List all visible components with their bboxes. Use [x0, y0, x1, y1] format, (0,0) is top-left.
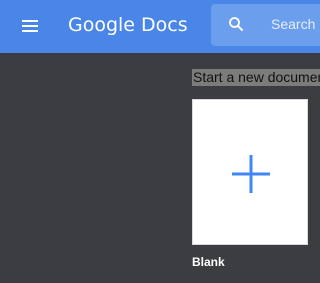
top-app-bar: Google Docs — [0, 0, 320, 53]
blank-document-template[interactable] — [192, 99, 308, 245]
template-label: Blank — [192, 255, 225, 269]
search-input[interactable] — [271, 13, 320, 35]
search-icon[interactable] — [227, 15, 245, 33]
plus-icon — [232, 155, 270, 193]
hamburger-menu-icon — [22, 20, 38, 22]
hamburger-menu-icon-bar — [22, 30, 38, 32]
app-window: Google Docs Start a new document Blank — [0, 0, 320, 283]
app-title[interactable]: Google Docs — [68, 12, 188, 38]
section-heading: Start a new document — [192, 69, 320, 86]
hamburger-menu-icon-bar — [22, 25, 38, 27]
search-box[interactable] — [211, 4, 320, 46]
main-menu-button[interactable] — [14, 13, 46, 39]
